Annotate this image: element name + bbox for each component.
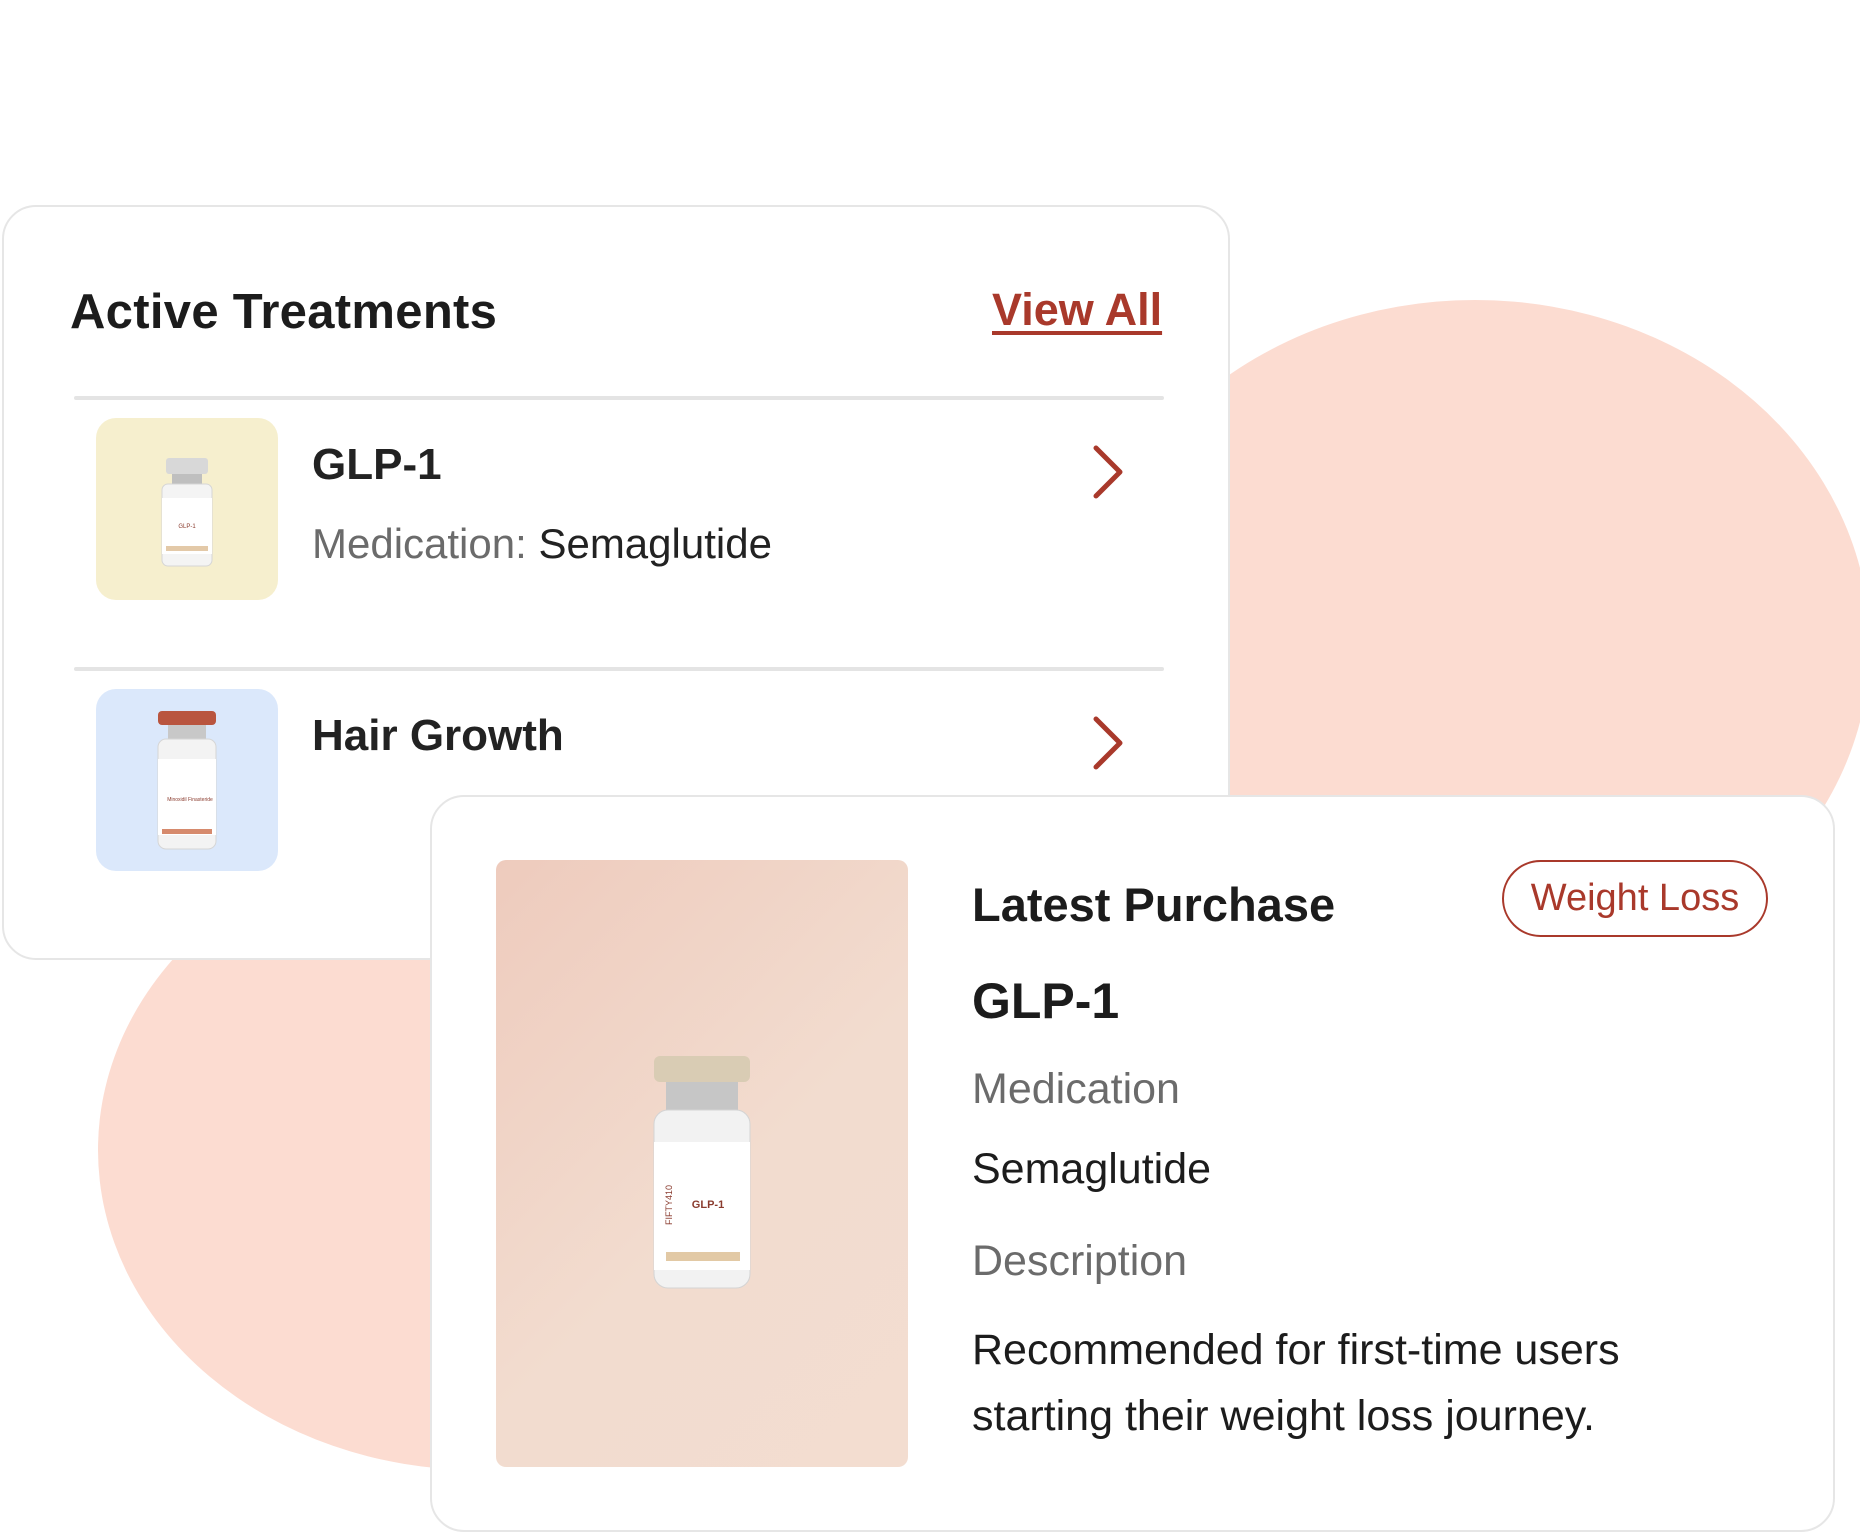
medication-value: Semaglutide <box>972 1145 1212 1193</box>
treatment-name: Hair Growth <box>312 711 564 760</box>
vial-label-text: GLP-1 <box>692 1199 724 1211</box>
view-all-link[interactable]: View All <box>992 284 1162 336</box>
treatment-name: GLP-1 <box>312 440 442 489</box>
treatment-item-glp1[interactable]: GLP-1 GLP-1 Medication: Semaglutide <box>74 396 1164 600</box>
chevron-right-icon[interactable] <box>1088 442 1128 502</box>
vial-image: Minoxidil Finasteride <box>157 711 217 850</box>
vial-text: Minoxidil Finasteride <box>167 797 213 803</box>
description-value: Recommended for first-time users startin… <box>972 1326 1620 1440</box>
latest-purchase-card: FIFTY410 GLP-1 Latest Purchase Weight Lo… <box>430 795 1835 1532</box>
treatment-medication: Medication: Semaglutide <box>312 520 772 568</box>
product-image: FIFTY410 GLP-1 <box>496 860 908 1467</box>
vial-brand-text: FIFTY410 <box>664 1185 674 1225</box>
medication-value: Semaglutide <box>538 520 772 567</box>
vial-text: GLP-1 <box>178 524 196 530</box>
category-badge: Weight Loss <box>1502 860 1768 937</box>
latest-purchase-title: Latest Purchase <box>972 878 1336 931</box>
chevron-right-icon[interactable] <box>1088 713 1128 773</box>
treatment-thumbnail: GLP-1 <box>96 418 278 600</box>
medication-label: Medication: <box>312 520 527 567</box>
vial-image: GLP-1 <box>161 458 213 567</box>
vial-image: FIFTY410 GLP-1 <box>653 1056 751 1289</box>
treatment-item-hair-growth[interactable]: Minoxidil Finasteride Hair Growth <box>74 667 1164 871</box>
medication-label: Medication <box>972 1065 1180 1113</box>
treatment-thumbnail: Minoxidil Finasteride <box>96 689 278 871</box>
active-treatments-title: Active Treatments <box>70 285 498 339</box>
product-name: GLP-1 <box>972 973 1120 1029</box>
description-label: Description <box>972 1237 1188 1285</box>
